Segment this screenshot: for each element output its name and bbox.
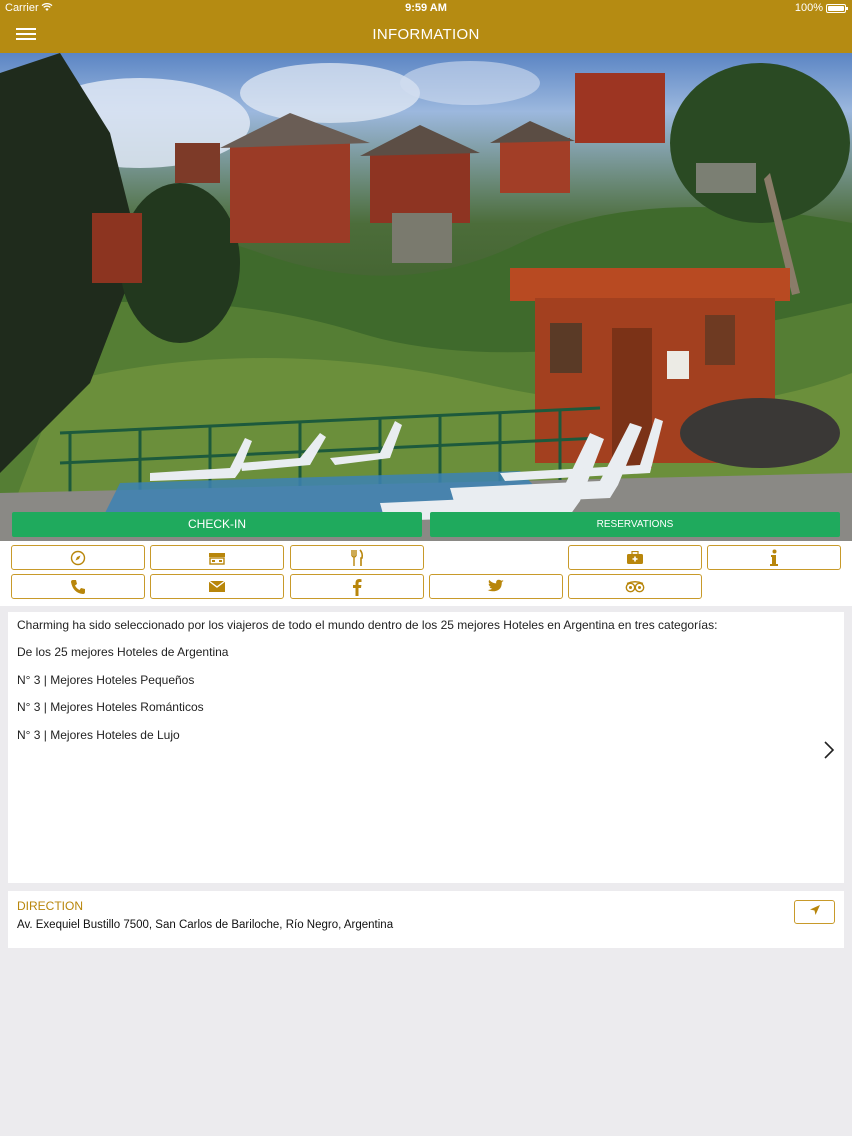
description-line: N° 3 | Mejores Hoteles Pequeños	[17, 673, 195, 687]
direction-card: DIRECTION Av. Exequiel Bustillo 7500, Sa…	[8, 891, 844, 948]
compass-button[interactable]	[11, 545, 145, 570]
first-aid-button[interactable]	[568, 545, 702, 570]
page-title: INFORMATION	[372, 26, 480, 43]
info-button[interactable]	[707, 545, 841, 570]
tripadvisor-button[interactable]	[568, 574, 702, 599]
checkin-button[interactable]: CHECK-IN	[12, 512, 422, 537]
quick-actions-grid	[0, 541, 852, 606]
navigate-button[interactable]	[794, 900, 835, 924]
concierge-desk-icon	[208, 551, 226, 565]
phone-icon	[70, 579, 86, 595]
description-line: N° 3 | Mejores Hoteles de Lujo	[17, 728, 180, 742]
reservations-button[interactable]: RESERVATIONS	[430, 512, 840, 537]
first-aid-kit-icon	[626, 550, 644, 565]
twitter-button[interactable]	[429, 574, 563, 599]
restaurant-icon	[350, 548, 364, 567]
facebook-button[interactable]	[290, 574, 424, 599]
twitter-icon	[487, 579, 505, 594]
direction-label: DIRECTION	[17, 899, 83, 913]
description-card: Charming ha sido seleccionado por los vi…	[8, 612, 844, 883]
compass-icon	[70, 550, 86, 566]
facebook-icon	[352, 578, 362, 596]
location-arrow-icon	[809, 903, 821, 921]
status-time: 9:59 AM	[405, 2, 447, 14]
direction-address: Av. Exequiel Bustillo 7500, San Carlos d…	[17, 919, 394, 931]
reception-button[interactable]	[150, 545, 284, 570]
info-icon	[769, 549, 779, 567]
description-line: N° 3 | Mejores Hoteles Románticos	[17, 700, 204, 714]
description-intro: Charming ha sido seleccionado por los vi…	[17, 618, 718, 632]
status-bar: Carrier 9:59 AM 100%	[0, 0, 852, 17]
battery-percent: 100%	[794, 2, 823, 14]
phone-button[interactable]	[11, 574, 145, 599]
navigation-bar: Carrier 9:59 AM 100% INFORMATION	[0, 0, 852, 53]
hotel-photo	[0, 53, 852, 541]
email-button[interactable]	[150, 574, 284, 599]
chevron-right-icon[interactable]	[822, 740, 836, 760]
battery-icon	[826, 4, 848, 13]
tripadvisor-icon	[625, 580, 645, 593]
restaurant-button[interactable]	[290, 545, 424, 570]
envelope-icon	[208, 580, 226, 593]
description-line: De los 25 mejores Hoteles de Argentina	[17, 645, 229, 659]
